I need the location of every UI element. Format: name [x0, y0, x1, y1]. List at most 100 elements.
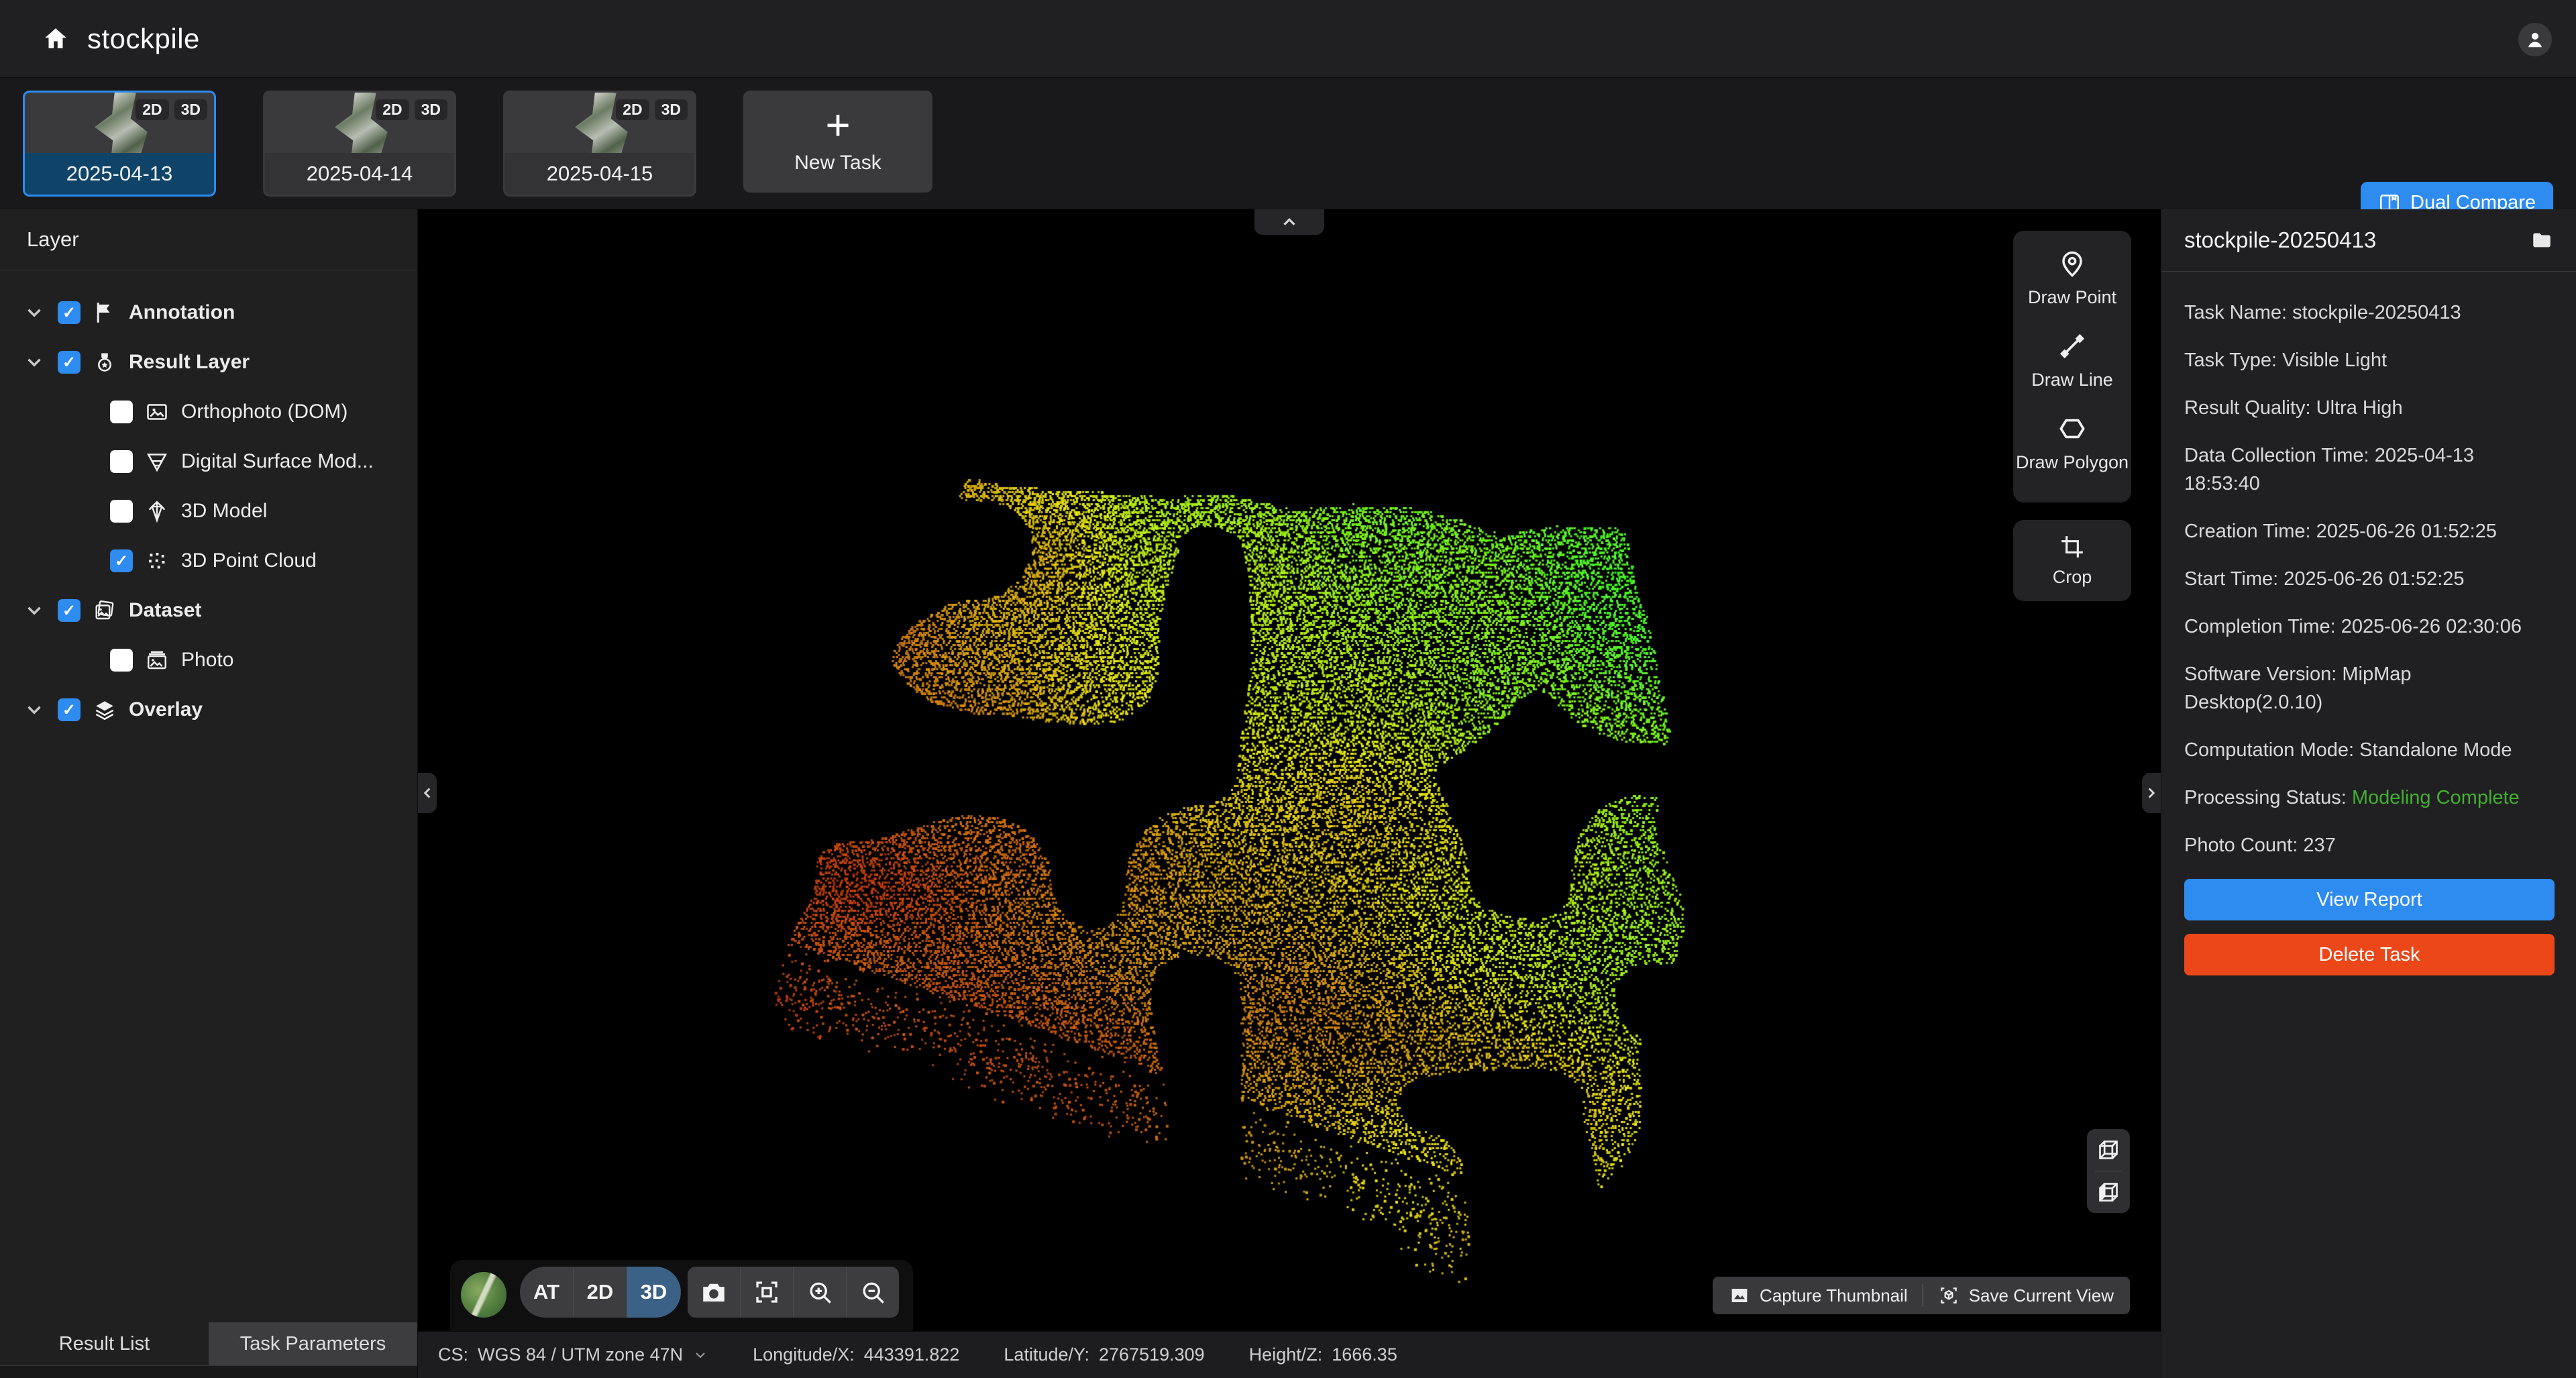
screenshot-button[interactable] [688, 1267, 741, 1318]
task-detail-row: Start Time: 2025-06-26 01:52:25 [2184, 565, 2553, 593]
cs-value: WGS 84 / UTM zone 47N [478, 1344, 683, 1365]
layer-tree-item[interactable]: Photo [0, 635, 417, 685]
tab-underlay [0, 1366, 417, 1378]
collapse-right-handle[interactable] [2142, 773, 2161, 813]
view-mode-button[interactable]: AT [520, 1267, 574, 1318]
layer-type-icon [145, 499, 169, 523]
draw-tool-button[interactable]: Draw Polygon [2016, 413, 2129, 473]
detail-value: Standalone Mode [2359, 739, 2512, 761]
task-card[interactable]: 2D 3D 2025-04-13 [23, 91, 216, 197]
home-icon[interactable] [42, 25, 70, 53]
draw-tool-button[interactable]: Draw Point [2028, 248, 2116, 308]
chevron-down-icon[interactable] [23, 351, 46, 374]
view-report-button[interactable]: View Report [2184, 879, 2555, 920]
layer-checkbox[interactable] [58, 599, 80, 622]
coordinate-system-select[interactable]: CS: WGS 84 / UTM zone 47N [438, 1344, 708, 1365]
layer-checkbox[interactable] [110, 450, 133, 473]
zoom-in-button[interactable] [794, 1267, 847, 1318]
layer-checkbox[interactable] [110, 549, 133, 572]
task-panel-header: stockpile-20250413 [2161, 209, 2576, 272]
layer-checkbox[interactable] [58, 351, 80, 374]
layer-checkbox[interactable] [110, 649, 133, 672]
layer-tree-item[interactable]: Overlay [0, 685, 417, 735]
user-avatar[interactable] [2518, 23, 2552, 56]
fit-view-button[interactable] [741, 1267, 794, 1318]
chevron-down-icon[interactable] [23, 698, 46, 721]
zoom-out-button[interactable] [847, 1267, 899, 1318]
task-date-label: 2025-04-15 [505, 153, 694, 195]
viewer-tools [688, 1267, 899, 1318]
cs-label: CS: [438, 1344, 468, 1365]
detail-value: 2025-06-26 01:52:25 [2284, 568, 2464, 590]
detail-label: Completion Time: [2184, 616, 2336, 637]
badge-3d[interactable]: 3D [655, 99, 688, 120]
fit-view-icon [753, 1278, 781, 1306]
collapse-left-handle[interactable] [418, 773, 437, 813]
detail-label: Result Quality: [2184, 397, 2311, 419]
draw-tool-icon [2057, 413, 2088, 444]
delete-task-button[interactable]: Delete Task [2184, 934, 2555, 975]
detail-label: Task Type: [2184, 350, 2277, 371]
wire-cube-icon [2095, 1136, 2122, 1163]
minimap-thumbnail[interactable] [461, 1272, 506, 1318]
bottom-tab[interactable]: Task Parameters [209, 1322, 417, 1365]
detail-label: Creation Time: [2184, 521, 2311, 542]
layer-checkbox[interactable] [58, 301, 80, 324]
detail-value: 237 [2303, 835, 2335, 856]
perspective-cube-button[interactable] [2087, 1129, 2130, 1171]
save-current-view-button[interactable]: Save Current View [1938, 1285, 2114, 1306]
task-badges: 2D 3D [376, 99, 447, 120]
view-mode-button[interactable]: 2D [574, 1267, 627, 1318]
collapse-top-handle[interactable] [1254, 209, 1324, 235]
detail-label: Computation Mode: [2184, 739, 2354, 761]
layer-tree-item[interactable]: Dataset [0, 586, 417, 635]
view-cube-stack [2087, 1129, 2130, 1213]
layer-tree-item[interactable]: 3D Model [0, 486, 417, 536]
task-detail-row: Computation Mode: Standalone Mode [2184, 736, 2553, 764]
detail-value: 2025-06-26 01:52:25 [2316, 521, 2497, 542]
coordinate-readout: Latitude/Y: 2767519.309 [1004, 1344, 1204, 1365]
layer-checkbox[interactable] [110, 401, 133, 423]
layer-tree-item[interactable]: Annotation [0, 288, 417, 337]
layer-type-icon [93, 598, 117, 623]
folder-icon[interactable] [2530, 229, 2553, 252]
point-cloud-viewport[interactable] [418, 209, 2161, 1331]
badge-2d[interactable]: 2D [376, 99, 409, 120]
layer-tree-item[interactable]: Result Layer [0, 337, 417, 387]
badge-2d[interactable]: 2D [616, 99, 649, 120]
view-mode-button[interactable]: 3D [627, 1267, 681, 1318]
layer-tree-item[interactable]: Digital Surface Mod... [0, 437, 417, 486]
detail-value: Visible Light [2282, 350, 2387, 371]
layer-label: Dataset [129, 599, 201, 622]
badge-2d[interactable]: 2D [136, 99, 168, 120]
capture-thumbnail-button[interactable]: Capture Thumbnail [1729, 1285, 1908, 1306]
layer-type-icon [145, 449, 169, 474]
layer-tree-item[interactable]: Orthophoto (DOM) [0, 387, 417, 437]
draw-tool-button[interactable]: Draw Line [2031, 331, 2113, 390]
crop-icon [2059, 533, 2086, 560]
task-card[interactable]: 2D 3D 2025-04-15 [503, 91, 696, 197]
badge-3d[interactable]: 3D [415, 99, 447, 120]
crop-button[interactable]: Crop [2013, 520, 2131, 601]
task-detail-panel: stockpile-20250413 Task Name: stockpile-… [2161, 209, 2576, 1378]
task-badges: 2D 3D [136, 99, 207, 120]
viewer-viewport[interactable]: Draw Point Draw Line Draw Polygon [418, 209, 2161, 1331]
bottom-tabs: Result List Task Parameters [0, 1322, 417, 1366]
draw-tool-icon [2057, 248, 2088, 279]
coordinate-readout: Longitude/X: 443391.822 [753, 1344, 959, 1365]
layer-tree-item[interactable]: 3D Point Cloud [0, 536, 417, 586]
layer-checkbox[interactable] [110, 500, 133, 523]
new-task-button[interactable]: + New Task [743, 91, 932, 193]
ortho-cube-button[interactable] [2087, 1171, 2130, 1213]
layer-checkbox[interactable] [58, 698, 80, 721]
task-card[interactable]: 2D 3D 2025-04-14 [263, 91, 456, 197]
task-detail-row: Completion Time: 2025-06-26 02:30:06 [2184, 613, 2553, 641]
chevron-down-icon[interactable] [23, 599, 46, 622]
badge-3d[interactable]: 3D [174, 99, 207, 120]
bottom-tab[interactable]: Result List [0, 1322, 209, 1365]
draw-tool-label: Draw Line [2031, 370, 2113, 390]
detail-label: Processing Status: [2184, 787, 2347, 808]
layer-type-icon [93, 698, 117, 722]
task-detail-row: Creation Time: 2025-06-26 01:52:25 [2184, 517, 2553, 545]
chevron-down-icon[interactable] [23, 301, 46, 324]
